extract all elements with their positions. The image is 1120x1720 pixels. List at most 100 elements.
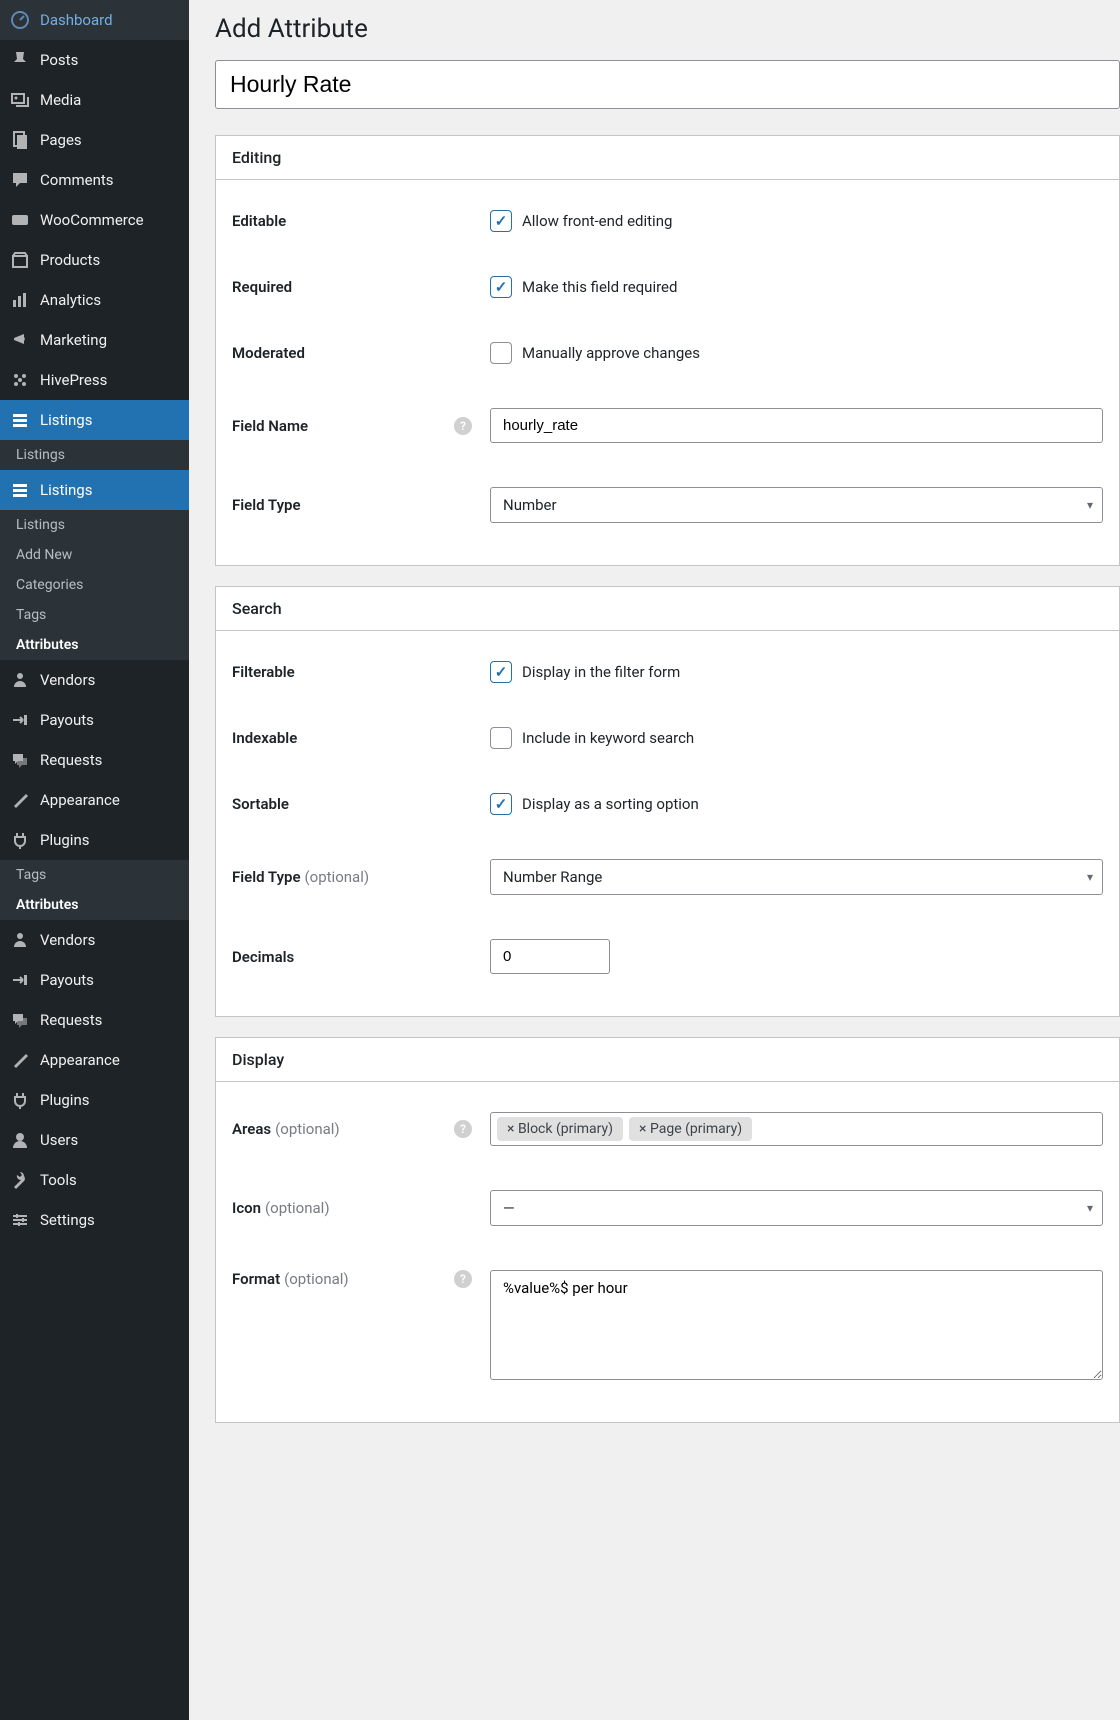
listings-icon — [10, 410, 30, 430]
format-textarea[interactable]: %value%$ per hour — [490, 1270, 1103, 1380]
sidebar-item-analytics[interactable]: Analytics — [0, 280, 189, 320]
sidebar-item-label: HivePress — [40, 371, 107, 389]
moderated-row: Moderated Manually approve changes — [232, 320, 1103, 386]
sortable-row: Sortable Display as a sorting option — [232, 771, 1103, 837]
marketing-icon — [10, 330, 30, 350]
submenu-item-tags[interactable]: Tags — [0, 600, 189, 630]
required-checkbox[interactable] — [490, 276, 512, 298]
sidebar-item-settings[interactable]: Settings — [0, 1200, 189, 1240]
search-field-type-select[interactable]: Number Range — [490, 859, 1103, 895]
decimals-row: Decimals — [232, 917, 1103, 996]
submenu-item-listings[interactable]: Listings — [0, 510, 189, 540]
field-type-row: Field Type Number — [232, 465, 1103, 545]
attribute-title-input[interactable] — [215, 60, 1120, 109]
dashboard-icon — [10, 10, 30, 30]
plugins-icon — [10, 830, 30, 850]
tools-icon — [10, 1170, 30, 1190]
listings-icon — [10, 480, 30, 500]
appearance-icon — [10, 790, 30, 810]
submenu-item-listings[interactable]: Listings — [0, 440, 189, 470]
sortable-checkbox[interactable] — [490, 793, 512, 815]
required-row: Required Make this field required — [232, 254, 1103, 320]
payouts-icon — [10, 710, 30, 730]
sidebar-item-vendors[interactable]: Vendors — [0, 920, 189, 960]
sidebar-item-appearance[interactable]: Appearance — [0, 780, 189, 820]
submenu-item-add-new[interactable]: Add New — [0, 540, 189, 570]
areas-input[interactable]: × Block (primary) × Page (primary) — [490, 1112, 1103, 1146]
icon-select[interactable]: — — [490, 1190, 1103, 1226]
sidebar-item-marketing[interactable]: Marketing — [0, 320, 189, 360]
woo-icon — [10, 210, 30, 230]
sidebar-item-dashboard[interactable]: Dashboard — [0, 0, 189, 40]
pin-icon — [10, 50, 30, 70]
sidebar-item-posts[interactable]: Posts — [0, 40, 189, 80]
sidebar-item-label: Requests — [40, 751, 102, 769]
sidebar-item-payouts[interactable]: Payouts — [0, 960, 189, 1000]
sidebar-item-tools[interactable]: Tools — [0, 1160, 189, 1200]
sidebar-item-label: Settings — [40, 1211, 95, 1229]
submenu-item-attributes[interactable]: Attributes — [0, 890, 189, 920]
sidebar-item-vendors[interactable]: Vendors — [0, 660, 189, 700]
submenu-item-attributes[interactable]: Attributes — [0, 630, 189, 660]
main-content: Add Attribute Editing Editable Allow fro… — [189, 0, 1120, 1720]
submenu-item-categories[interactable]: Categories — [0, 570, 189, 600]
decimals-input[interactable] — [490, 939, 610, 974]
sidebar-item-listings[interactable]: Listings — [0, 400, 189, 440]
vendors-icon — [10, 930, 30, 950]
products-icon — [10, 250, 30, 270]
sidebar-item-appearance[interactable]: Appearance — [0, 1040, 189, 1080]
requests-icon — [10, 750, 30, 770]
sidebar-item-woocommerce[interactable]: WooCommerce — [0, 200, 189, 240]
sidebar-item-label: Payouts — [40, 971, 94, 989]
comments-icon — [10, 170, 30, 190]
areas-row: Areas(optional)? × Block (primary) × Pag… — [232, 1090, 1103, 1168]
sidebar-item-hivepress[interactable]: HivePress — [0, 360, 189, 400]
sidebar-item-label: Vendors — [40, 931, 95, 949]
sidebar-item-requests[interactable]: Requests — [0, 740, 189, 780]
area-tag[interactable]: × Page (primary) — [629, 1117, 752, 1141]
editable-row: Editable Allow front-end editing — [232, 188, 1103, 254]
sidebar-item-payouts[interactable]: Payouts — [0, 700, 189, 740]
sidebar-item-label: Listings — [40, 411, 92, 429]
sidebar-item-products[interactable]: Products — [0, 240, 189, 280]
help-icon[interactable]: ? — [454, 1120, 472, 1138]
help-icon[interactable]: ? — [454, 1270, 472, 1288]
format-row: Format(optional)? %value%$ per hour — [232, 1248, 1103, 1402]
filterable-checkbox[interactable] — [490, 661, 512, 683]
sidebar-item-pages[interactable]: Pages — [0, 120, 189, 160]
hivepress-icon — [10, 370, 30, 390]
help-icon[interactable]: ? — [454, 417, 472, 435]
sidebar-item-label: Plugins — [40, 831, 89, 849]
metabox-header: Search — [216, 587, 1119, 631]
submenu-item-tags[interactable]: Tags — [0, 860, 189, 890]
sidebar-item-requests[interactable]: Requests — [0, 1000, 189, 1040]
payouts-icon — [10, 970, 30, 990]
editable-checkbox[interactable] — [490, 210, 512, 232]
field-type-select[interactable]: Number — [490, 487, 1103, 523]
sidebar-item-label: Dashboard — [40, 11, 113, 29]
sidebar-item-listings[interactable]: Listings — [0, 470, 189, 510]
sidebar-item-label: WooCommerce — [40, 211, 144, 229]
field-name-input[interactable] — [490, 408, 1103, 443]
area-tag[interactable]: × Block (primary) — [497, 1117, 623, 1141]
moderated-checkbox[interactable] — [490, 342, 512, 364]
indexable-row: Indexable Include in keyword search — [232, 705, 1103, 771]
sidebar-item-plugins[interactable]: Plugins — [0, 1080, 189, 1120]
sidebar-item-label: Posts — [40, 51, 78, 69]
pages-icon — [10, 130, 30, 150]
search-metabox: Search Filterable Display in the filter … — [215, 586, 1120, 1017]
metabox-header: Editing — [216, 136, 1119, 180]
analytics-icon — [10, 290, 30, 310]
sidebar-item-label: Plugins — [40, 1091, 89, 1109]
sidebar-item-comments[interactable]: Comments — [0, 160, 189, 200]
sidebar-item-label: Users — [40, 1131, 78, 1149]
sidebar-item-users[interactable]: Users — [0, 1120, 189, 1160]
requests-icon — [10, 1010, 30, 1030]
icon-row: Icon(optional) — — [232, 1168, 1103, 1248]
sidebar-item-media[interactable]: Media — [0, 80, 189, 120]
plugins-icon — [10, 1090, 30, 1110]
metabox-header: Display — [216, 1038, 1119, 1082]
sidebar-item-plugins[interactable]: Plugins — [0, 820, 189, 860]
indexable-checkbox[interactable] — [490, 727, 512, 749]
search-field-type-row: Field Type(optional) Number Range — [232, 837, 1103, 917]
